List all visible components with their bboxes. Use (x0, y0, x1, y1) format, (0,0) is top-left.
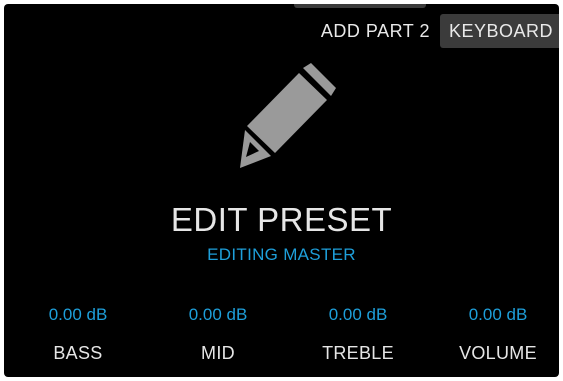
device-screen: ADD PART 2 KEYBOARD EDIT PRESET EDITING … (4, 4, 559, 377)
knob-value: 0.00 dB (328, 305, 388, 324)
knob-value: 0.00 dB (48, 305, 108, 324)
knob-label: MID (201, 343, 235, 363)
add-part-button[interactable]: ADD PART 2 (313, 12, 440, 50)
knob-mid[interactable]: 0.00 dB MID (153, 302, 283, 366)
knob-value: 0.00 dB (468, 305, 528, 324)
knob-label: TREBLE (322, 343, 394, 363)
knob-label: VOLUME (459, 343, 537, 363)
knob-value: 0.00 dB (188, 305, 248, 324)
knob-bass[interactable]: 0.00 dB BASS (13, 302, 143, 366)
knob-treble[interactable]: 0.00 dB TREBLE (293, 302, 423, 366)
pencil-icon[interactable] (237, 62, 337, 177)
keyboard-button[interactable]: KEYBOARD (439, 14, 559, 48)
knob-volume[interactable]: 0.00 dB VOLUME (433, 302, 559, 366)
top-tab-handle[interactable] (294, 4, 426, 8)
page-title: EDIT PRESET (170, 201, 393, 238)
page-subtitle: EDITING MASTER (207, 245, 356, 264)
knob-label: BASS (53, 343, 103, 363)
top-bar: ADD PART 2 KEYBOARD (313, 12, 559, 50)
